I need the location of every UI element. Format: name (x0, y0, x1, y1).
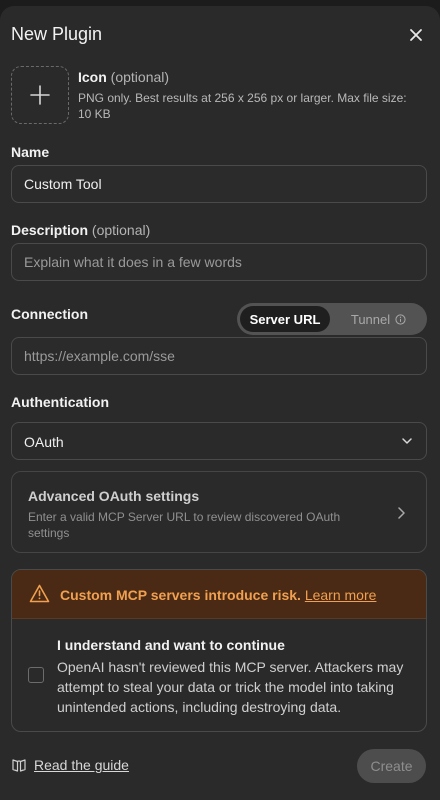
icon-label-text: Icon (78, 69, 107, 85)
dialog-header: New Plugin (11, 24, 429, 48)
name-input[interactable] (11, 165, 427, 203)
acknowledge-description: OpenAI hasn't reviewed this MCP server. … (57, 659, 404, 715)
server-url-input[interactable] (11, 337, 427, 375)
tab-server-url[interactable]: Server URL (240, 306, 330, 332)
authentication-label: Authentication (11, 394, 109, 410)
acknowledge-title: I understand and want to continue (57, 637, 285, 653)
description-label: Description (optional) (11, 222, 150, 238)
close-icon (410, 29, 422, 41)
advanced-oauth-title: Advanced OAuth settings (28, 488, 200, 504)
acknowledge-checkbox[interactable] (28, 667, 44, 683)
icon-upload-button[interactable] (11, 66, 69, 124)
risk-warning-text: Custom MCP servers introduce risk. Learn… (60, 587, 376, 603)
icon-label: Icon (optional) (78, 69, 418, 85)
read-guide-link[interactable]: Read the guide (11, 757, 129, 773)
risk-warning-message: Custom MCP servers introduce risk. (60, 587, 301, 603)
acknowledge-section: I understand and want to continue OpenAI… (12, 619, 426, 731)
description-optional-text: (optional) (91, 222, 151, 238)
new-plugin-dialog: New Plugin Icon (optional) PNG only. Bes… (0, 6, 440, 800)
close-button[interactable] (405, 24, 427, 46)
dialog-title: New Plugin (11, 24, 103, 44)
connection-type-toggle: Server URL Tunnel (237, 303, 427, 335)
advanced-oauth-settings[interactable]: Advanced OAuth settings Enter a valid MC… (11, 471, 427, 553)
icon-help-text: PNG only. Best results at 256 x 256 px o… (78, 91, 407, 121)
chevron-right-icon (398, 507, 405, 519)
risk-warning-banner: Custom MCP servers introduce risk. Learn… (12, 570, 426, 619)
chevron-down-icon (402, 438, 412, 444)
authentication-select[interactable]: OAuth (11, 422, 427, 460)
icon-info: Icon (optional) PNG only. Best results a… (78, 69, 418, 122)
book-icon (12, 759, 26, 772)
plus-icon (30, 85, 50, 105)
warning-icon (29, 584, 50, 603)
description-input[interactable] (11, 243, 427, 281)
tab-tunnel[interactable]: Tunnel (333, 306, 424, 332)
info-icon (395, 313, 406, 325)
read-guide-text: Read the guide (34, 757, 129, 773)
risk-warning-panel: Custom MCP servers introduce risk. Learn… (11, 569, 427, 732)
create-button[interactable]: Create (357, 749, 426, 783)
description-label-text: Description (11, 222, 89, 238)
connection-label: Connection (11, 306, 88, 322)
tab-tunnel-label: Tunnel (350, 311, 391, 327)
name-label: Name (11, 144, 50, 160)
icon-optional-text: (optional) (110, 69, 170, 85)
advanced-oauth-description: Enter a valid MCP Server URL to review d… (28, 510, 341, 540)
learn-more-link[interactable]: Learn more (305, 587, 377, 603)
authentication-selected-value: OAuth (24, 434, 64, 450)
